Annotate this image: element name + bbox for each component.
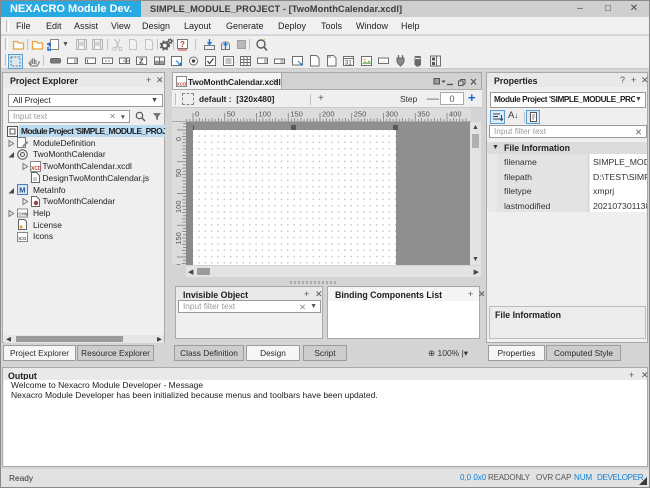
svg-text:M: M (19, 186, 25, 195)
svg-text:50: 50 (174, 169, 183, 177)
svg-text:50: 50 (227, 110, 235, 119)
svg-text:···: ··· (380, 59, 386, 65)
svg-text:100: 100 (259, 110, 272, 119)
svg-text:CHM: CHM (18, 212, 28, 217)
svg-text:300: 300 (386, 110, 399, 119)
svg-text:200: 200 (322, 110, 335, 119)
svg-text:250: 250 (354, 110, 367, 119)
svg-text:Z: Z (139, 57, 144, 66)
svg-text:100: 100 (174, 201, 183, 214)
svg-text:400: 400 (449, 110, 462, 119)
svg-text:XCDL: XCDL (177, 82, 187, 87)
svg-text:31: 31 (345, 61, 352, 67)
svg-text:350: 350 (417, 110, 430, 119)
svg-text:200: 200 (174, 264, 183, 265)
svg-text:150: 150 (290, 110, 303, 119)
svg-text:0: 0 (174, 137, 183, 141)
svg-text:?: ? (180, 40, 185, 49)
svg-text:150: 150 (174, 232, 183, 245)
svg-text:XCDL: XCDL (31, 166, 41, 172)
svg-text:0: 0 (195, 110, 199, 119)
svg-text:ICO: ICO (19, 236, 28, 241)
